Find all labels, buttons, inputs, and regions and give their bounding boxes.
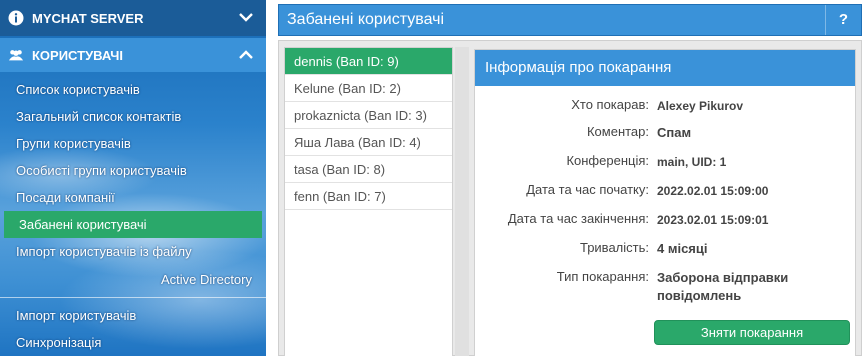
sidebar-item-banned-users[interactable]: Забанені користувачі xyxy=(4,211,262,238)
info-value: Спам xyxy=(657,125,692,140)
info-value: 4 місяці xyxy=(657,241,708,256)
list-scrollbar[interactable] xyxy=(455,47,469,356)
chevron-up-icon[interactable] xyxy=(238,48,254,62)
info-value: Alexey Pikurov xyxy=(657,99,744,113)
content-area: dennis (Ban ID: 9) Kelune (Ban ID: 2) pr… xyxy=(278,40,862,356)
sidebar-menu: Список користувачів Загальний список кон… xyxy=(0,76,266,356)
list-item[interactable]: Kelune (Ban ID: 2) xyxy=(285,75,452,102)
list-item[interactable]: Яша Лава (Ban ID: 4) xyxy=(285,129,452,156)
sidebar-item-user-groups[interactable]: Групи користувачів xyxy=(0,130,266,157)
sidebar-item-user-list[interactable]: Список користувачів xyxy=(0,76,266,103)
users-icon xyxy=(8,47,24,63)
info-label: Дата та час початку: xyxy=(526,182,649,197)
sidebar-item-ad-sync[interactable]: Синхронізація xyxy=(0,329,266,356)
info-value: Заборона відправки повідомлень xyxy=(657,270,789,303)
page-title-bar: Забанені користувачі ? xyxy=(278,4,862,36)
info-value: 2022.02.01 15:09:00 xyxy=(657,184,769,198)
info-label: Хто покарав: xyxy=(571,97,649,112)
punishment-info-panel: Інформація про покарання Хто покарав: Al… xyxy=(474,49,856,356)
info-label: Тип покарання: xyxy=(556,269,649,284)
info-label: Дата та час закінчення: xyxy=(507,211,649,226)
sidebar-section-active-directory: Active Directory xyxy=(160,272,252,287)
list-item[interactable]: tasa (Ban ID: 8) xyxy=(285,156,452,183)
sidebar-header-users-label: КОРИСТУВАЧІ xyxy=(32,47,124,63)
sidebar-item-common-contacts[interactable]: Загальний список контактів xyxy=(0,103,266,130)
sidebar-header-server-label: MYCHAT SERVER xyxy=(32,10,144,26)
sidebar-divider xyxy=(0,297,266,298)
info-icon xyxy=(8,10,24,26)
list-item[interactable]: fenn (Ban ID: 7) xyxy=(285,183,452,210)
list-item[interactable]: dennis (Ban ID: 9) xyxy=(285,48,452,75)
info-value: 2023.02.01 15:09:01 xyxy=(657,213,769,227)
sidebar-header-server[interactable]: MYCHAT SERVER xyxy=(0,0,266,36)
info-panel-title: Інформація про покарання xyxy=(475,50,855,86)
chevron-down-icon[interactable] xyxy=(238,10,254,24)
info-value: main, UID: 1 xyxy=(657,155,727,169)
sidebar-item-personal-groups[interactable]: Особисті групи користувачів xyxy=(0,157,266,184)
info-label: Коментар: xyxy=(586,124,649,139)
sidebar-header-users[interactable]: КОРИСТУВАЧІ xyxy=(0,38,266,72)
sidebar-item-company-positions[interactable]: Посади компанії xyxy=(0,184,266,211)
help-button[interactable]: ? xyxy=(825,5,861,35)
info-label: Тривалість: xyxy=(579,240,649,255)
page-title: Забанені користувачі xyxy=(287,11,445,28)
sidebar: MYCHAT SERVER КОРИСТУВАЧІ Список користу… xyxy=(0,0,266,356)
banned-users-list: dennis (Ban ID: 9) Kelune (Ban ID: 2) pr… xyxy=(284,47,453,356)
info-label: Конференція: xyxy=(566,153,649,168)
remove-punishment-button[interactable]: Зняти покарання xyxy=(654,320,850,345)
sidebar-item-import-file[interactable]: Імпорт користувачів із файлу xyxy=(0,238,266,265)
sidebar-item-ad-import[interactable]: Імпорт користувачів xyxy=(0,302,266,329)
list-item[interactable]: prokaznicta (Ban ID: 3) xyxy=(285,102,452,129)
